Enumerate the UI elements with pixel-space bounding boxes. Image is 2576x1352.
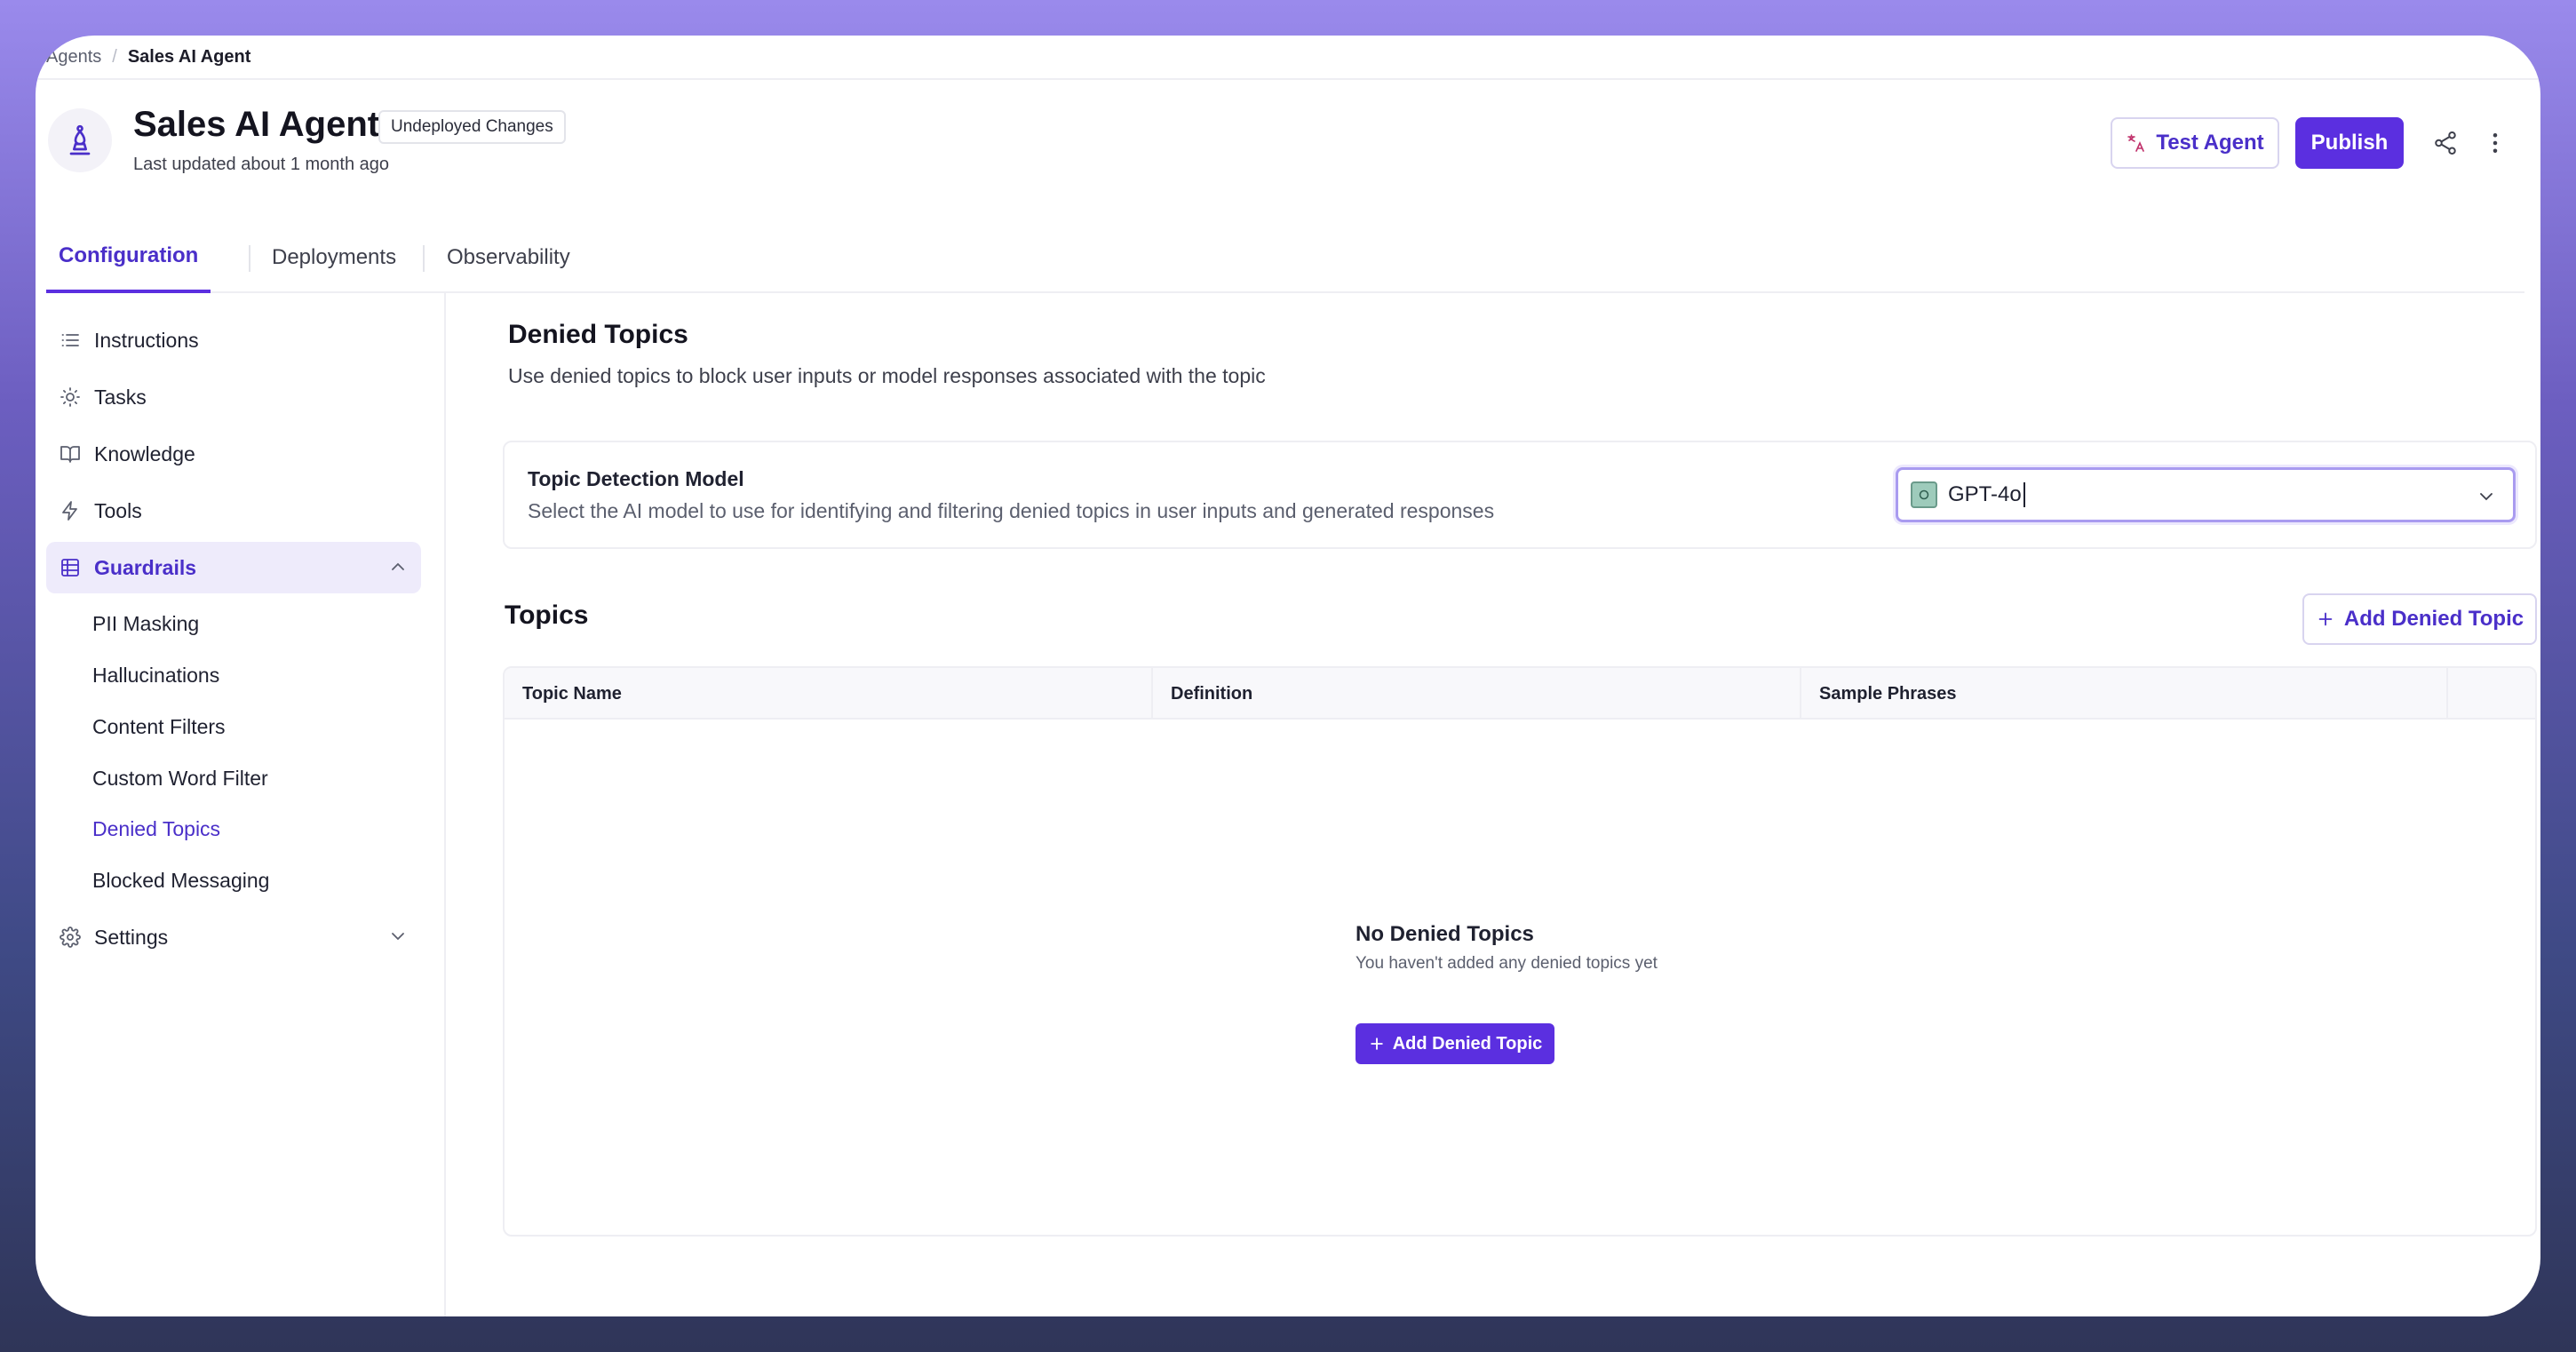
- sidebar-item-label: Guardrails: [94, 555, 197, 579]
- topics-title: Topics: [505, 600, 589, 630]
- section-title: Denied Topics: [508, 320, 688, 349]
- tab-divider: [249, 245, 250, 272]
- plus-icon: [2318, 612, 2333, 626]
- sidebar-item-instructions[interactable]: Instructions: [46, 314, 421, 366]
- sidebar-item-knowledge[interactable]: Knowledge: [46, 428, 421, 480]
- column-header-sample-phrases: Sample Phrases: [1801, 668, 2448, 720]
- tab-bar: Configuration Deployments Observability: [46, 222, 2524, 293]
- tab-divider: [423, 245, 425, 272]
- empty-state: No Denied Topics You haven't added any d…: [1356, 922, 1711, 1064]
- share-icon: [2435, 131, 2456, 155]
- column-header-topic-name: Topic Name: [505, 668, 1153, 720]
- chevron-down-icon: [2476, 486, 2497, 513]
- breadcrumb-current: Sales AI Agent: [127, 46, 251, 67]
- sidebar-subitem-hallucinations[interactable]: Hallucinations: [92, 657, 219, 693]
- grid-icon: [59, 556, 82, 579]
- table-header: Topic Name Definition Sample Phrases: [505, 668, 2535, 720]
- chevron-down-icon: [387, 926, 409, 952]
- sidebar-item-guardrails[interactable]: Guardrails: [46, 542, 421, 593]
- add-denied-topic-label: Add Denied Topic: [2343, 607, 2524, 631]
- column-header-actions: [2448, 668, 2535, 720]
- sidebar-item-label: Settings: [94, 925, 169, 949]
- last-updated-text: Last updated about 1 month ago: [133, 155, 390, 174]
- sidebar-item-settings[interactable]: Settings: [46, 911, 421, 963]
- empty-add-denied-topic-button[interactable]: Add Denied Topic: [1356, 1023, 1554, 1064]
- breadcrumb: Agents / Sales AI Agent: [36, 36, 2540, 80]
- page-title: Sales AI Agent: [133, 105, 380, 144]
- topics-table: Topic Name Definition Sample Phrases No …: [503, 666, 2537, 1237]
- gear-icon: [59, 926, 82, 949]
- sidebar-item-label: Instructions: [94, 328, 199, 352]
- sidebar-subitem-custom-word-filter[interactable]: Custom Word Filter: [92, 760, 268, 796]
- test-agent-icon: [2127, 134, 2145, 152]
- chevron-up-icon: [387, 556, 409, 583]
- column-header-definition: Definition: [1153, 668, 1801, 720]
- more-options-button[interactable]: [2475, 123, 2516, 163]
- tab-deployments[interactable]: Deployments: [272, 222, 396, 293]
- sidebar-item-label: Knowledge: [94, 441, 195, 465]
- more-vertical-icon: [2493, 133, 2498, 153]
- sidebar-item-tools[interactable]: Tools: [46, 485, 421, 537]
- breadcrumb-agents-link[interactable]: Agents: [46, 47, 101, 68]
- chess-bishop-icon: [69, 124, 91, 155]
- sidebar-item-tasks[interactable]: Tasks: [46, 371, 421, 423]
- topic-detection-model-card: Topic Detection Model Select the AI mode…: [503, 441, 2537, 549]
- agent-avatar: [48, 108, 112, 172]
- status-badge: Undeployed Changes: [378, 110, 566, 144]
- empty-state-title: No Denied Topics: [1356, 922, 1534, 946]
- empty-add-denied-topic-label: Add Denied Topic: [1392, 1033, 1543, 1054]
- test-agent-label: Test Agent: [2156, 131, 2264, 155]
- model-select[interactable]: GPT-4o: [1896, 467, 2516, 522]
- bolt-icon: [59, 499, 82, 522]
- sidebar-subitem-content-filters[interactable]: Content Filters: [92, 709, 226, 744]
- sidebar-subitem-pii-masking[interactable]: PII Masking: [92, 606, 199, 641]
- list-icon: [59, 329, 82, 352]
- app-window: Agents / Sales AI Agent Sales AI Agent U…: [36, 36, 2540, 1316]
- tab-observability[interactable]: Observability: [447, 222, 570, 293]
- sidebar: Instructions Tasks Knowledge Tools Guard…: [36, 293, 446, 1316]
- publish-button[interactable]: Publish: [2295, 117, 2404, 169]
- test-agent-button[interactable]: Test Agent: [2111, 117, 2279, 169]
- section-description: Use denied topics to block user inputs o…: [508, 364, 1266, 387]
- share-button[interactable]: [2425, 123, 2466, 163]
- sidebar-item-label: Tools: [94, 498, 142, 522]
- main-content: Denied Topics Use denied topics to block…: [448, 293, 2540, 1316]
- sidebar-subitem-denied-topics[interactable]: Denied Topics: [92, 811, 220, 847]
- lightbulb-icon: [59, 386, 82, 409]
- book-icon: [59, 442, 82, 465]
- openai-model-icon: [1911, 481, 1937, 508]
- plus-icon: [1370, 1038, 1383, 1050]
- breadcrumb-separator: /: [112, 46, 117, 67]
- empty-state-description: You haven't added any denied topics yet: [1356, 954, 1658, 973]
- tab-configuration[interactable]: Configuration: [46, 222, 211, 293]
- sidebar-subitem-blocked-messaging[interactable]: Blocked Messaging: [92, 863, 269, 898]
- add-denied-topic-button[interactable]: Add Denied Topic: [2302, 593, 2537, 645]
- model-select-value: GPT-4o: [1948, 482, 2025, 507]
- model-hint: Select the AI model to use for identifyi…: [528, 499, 1495, 522]
- model-label: Topic Detection Model: [528, 467, 744, 490]
- sidebar-item-label: Tasks: [94, 385, 147, 409]
